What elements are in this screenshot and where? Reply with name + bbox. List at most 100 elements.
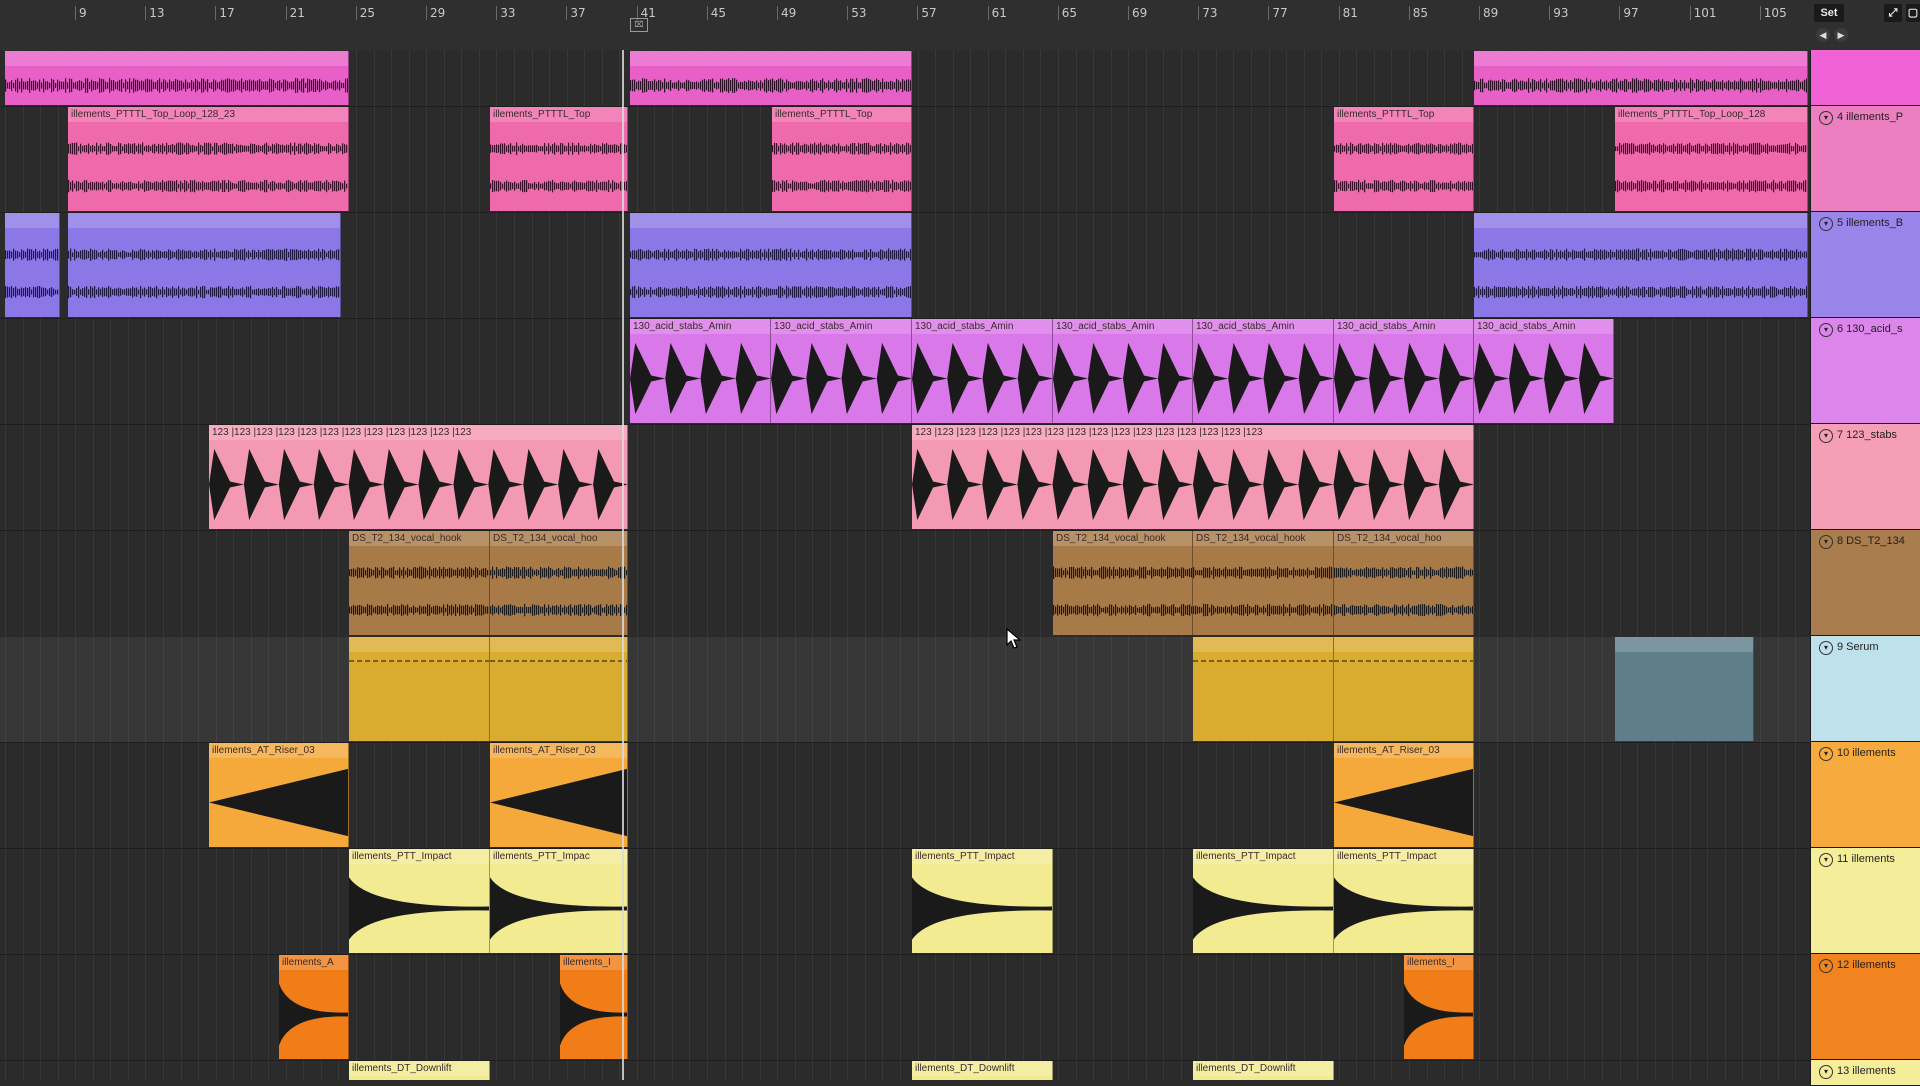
loop-marker-icon[interactable]: ⌧: [630, 18, 648, 32]
clip[interactable]: illements_DT_Downlift: [912, 1061, 1053, 1080]
ruler-bar-57[interactable]: 57: [917, 6, 937, 20]
clip[interactable]: DS_T2_134_vocal_hook: [1053, 531, 1193, 635]
clip[interactable]: illements_AT_Riser_03: [490, 743, 628, 847]
clip[interactable]: DS_T2_134_vocal_hoo: [1334, 531, 1474, 635]
clip[interactable]: 130_acid_stabs_Amin: [1193, 319, 1334, 423]
ruler-bar-25[interactable]: 25: [355, 6, 375, 20]
clip[interactable]: 130_acid_stabs_Amin: [1474, 319, 1614, 423]
clip[interactable]: 130_acid_stabs_Amin: [912, 319, 1053, 423]
track-header-10[interactable]: ▾ 12 illements: [1810, 954, 1920, 1060]
ruler-bar-69[interactable]: 69: [1128, 6, 1147, 20]
clip[interactable]: illements_DT_Downlift: [1193, 1061, 1334, 1080]
clip[interactable]: [1615, 637, 1754, 741]
fold-toggle-icon[interactable]: ▾: [1819, 641, 1833, 655]
clip[interactable]: [5, 213, 60, 317]
clip[interactable]: illements_A: [279, 955, 349, 1059]
track-header-6[interactable]: ▾ 8 DS_T2_134: [1810, 530, 1920, 636]
clip[interactable]: 130_acid_stabs_Amin: [1334, 319, 1474, 423]
fold-toggle-icon[interactable]: ▾: [1819, 111, 1833, 125]
nav-left-icon[interactable]: ◀: [1816, 28, 1830, 42]
clip[interactable]: illements_PTTTL_Top: [1334, 107, 1474, 211]
track-lane-7[interactable]: [0, 636, 1810, 743]
fold-toggle-icon[interactable]: ▾: [1819, 217, 1833, 231]
fold-toggle-icon[interactable]: ▾: [1819, 853, 1833, 867]
ruler-bar-13[interactable]: 13: [145, 6, 164, 20]
clip[interactable]: illements_PTTTL_Top: [772, 107, 912, 211]
track-header-1[interactable]: [1810, 50, 1920, 106]
clip[interactable]: [68, 213, 341, 317]
clip[interactable]: DS_T2_134_vocal_hook: [349, 531, 490, 635]
clip[interactable]: illements_DT_Downlift: [349, 1061, 490, 1080]
ruler-bar-77[interactable]: 77: [1268, 6, 1288, 20]
clip[interactable]: [490, 637, 628, 741]
ruler-bar-17[interactable]: 17: [215, 6, 235, 20]
ruler-bar-53[interactable]: 53: [847, 6, 866, 20]
ruler-bar-101[interactable]: 101: [1689, 6, 1717, 20]
arrangement-view[interactable]: illements_PTTTL_Top_Loop_128_23 illements…: [0, 50, 1810, 1080]
clip[interactable]: illements_PTTTL_Top_Loop_128: [1615, 107, 1808, 211]
ruler-bar-97[interactable]: 97: [1619, 6, 1639, 20]
clip[interactable]: [5, 51, 349, 105]
ruler-bar-9[interactable]: 9: [75, 6, 87, 20]
track-header-5[interactable]: ▾ 7 123_stabs: [1810, 424, 1920, 530]
ruler-bar-45[interactable]: 45: [706, 6, 726, 20]
clip[interactable]: 130_acid_stabs_Amin: [771, 319, 912, 423]
fold-toggle-icon[interactable]: ▾: [1819, 1065, 1833, 1079]
expand-icon[interactable]: ⤢: [1884, 4, 1902, 22]
window-icon[interactable]: ▢: [1906, 4, 1920, 22]
clip[interactable]: illements_AT_Riser_03: [209, 743, 349, 847]
clip[interactable]: 123 |123 |123 |123 |123 |123 |123 |123 |…: [912, 425, 1474, 529]
ruler-bar-37[interactable]: 37: [566, 6, 586, 20]
track-lane-9[interactable]: [0, 848, 1810, 955]
clip[interactable]: [1474, 213, 1808, 317]
ruler-bar-61[interactable]: 61: [987, 6, 1007, 20]
nav-right-icon[interactable]: ▶: [1834, 28, 1848, 42]
clip[interactable]: DS_T2_134_vocal_hoo: [490, 531, 628, 635]
track-header-7[interactable]: ▾ 9 Serum: [1810, 636, 1920, 742]
fold-toggle-icon[interactable]: ▾: [1819, 959, 1833, 973]
ruler-bar-89[interactable]: 89: [1479, 6, 1498, 20]
track-header-9[interactable]: ▾ 11 illements: [1810, 848, 1920, 954]
clip[interactable]: illements_PTTTL_Top_Loop_128_23: [68, 107, 349, 211]
clip[interactable]: illements_PTT_Impac: [490, 849, 628, 953]
ruler-bar-81[interactable]: 81: [1338, 6, 1358, 20]
playhead[interactable]: [622, 50, 624, 1080]
track-header-3[interactable]: ▾ 5 illements_B: [1810, 212, 1920, 318]
track-header-11[interactable]: ▾ 13 illements: [1810, 1060, 1920, 1086]
ruler-bar-49[interactable]: 49: [777, 6, 796, 20]
ruler-bar-65[interactable]: 65: [1057, 6, 1077, 20]
clip[interactable]: [1193, 637, 1334, 741]
clip[interactable]: illements_PTT_Impact: [912, 849, 1053, 953]
fold-toggle-icon[interactable]: ▾: [1819, 323, 1833, 337]
ruler-bar-105[interactable]: 105: [1759, 6, 1787, 20]
clip[interactable]: illements_PTTTL_Top: [490, 107, 628, 211]
set-button[interactable]: Set: [1814, 4, 1844, 22]
ruler-bar-29[interactable]: 29: [426, 6, 445, 20]
ruler-bar-85[interactable]: 85: [1408, 6, 1428, 20]
track-lane-11[interactable]: [0, 1060, 1810, 1080]
clip[interactable]: illements_I: [560, 955, 628, 1059]
ruler-bar-73[interactable]: 73: [1198, 6, 1217, 20]
ruler-bar-93[interactable]: 93: [1549, 6, 1568, 20]
clip[interactable]: [349, 637, 490, 741]
clip[interactable]: 123 |123 |123 |123 |123 |123 |123 |123 |…: [209, 425, 628, 529]
clip[interactable]: illements_PTT_Impact: [1334, 849, 1474, 953]
clip[interactable]: illements_I: [1404, 955, 1474, 1059]
clip[interactable]: [1334, 637, 1474, 741]
fold-toggle-icon[interactable]: ▾: [1819, 429, 1833, 443]
clip[interactable]: DS_T2_134_vocal_hook: [1193, 531, 1334, 635]
track-header-8[interactable]: ▾ 10 illements: [1810, 742, 1920, 848]
fold-toggle-icon[interactable]: ▾: [1819, 747, 1833, 761]
timeline-ruler[interactable]: 9 13 17 21 25 29 33 37 41 45 49 53 57 61 65 69 73 77 81 85 8…: [0, 0, 1810, 51]
clip[interactable]: [630, 51, 912, 105]
clip[interactable]: illements_PTT_Impact: [1193, 849, 1334, 953]
track-lane-6[interactable]: [0, 530, 1810, 637]
clip[interactable]: illements_AT_Riser_03: [1334, 743, 1474, 847]
track-lane-10[interactable]: [0, 954, 1810, 1061]
track-header-2[interactable]: ▾ 4 illements_P: [1810, 106, 1920, 212]
ruler-bar-33[interactable]: 33: [496, 6, 515, 20]
clip[interactable]: 130_acid_stabs_Amin: [1053, 319, 1193, 423]
clip[interactable]: [1474, 51, 1808, 105]
clip[interactable]: 130_acid_stabs_Amin: [630, 319, 771, 423]
fold-toggle-icon[interactable]: ▾: [1819, 535, 1833, 549]
